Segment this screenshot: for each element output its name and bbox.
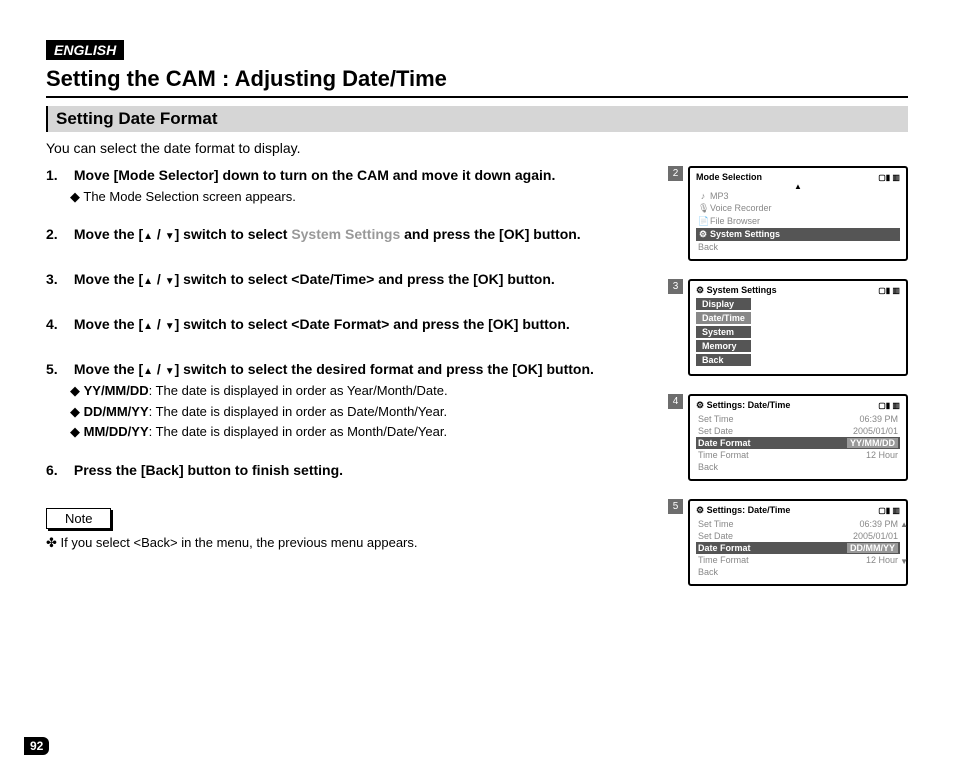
menu-item: Back <box>696 241 900 253</box>
screen-title: ⚙ Settings: Date/Time <box>696 505 790 516</box>
menu-item: 📄File Browser <box>696 215 900 228</box>
manual-page: ENGLISH Setting the CAM : Adjusting Date… <box>0 0 954 779</box>
menu-item: Display <box>696 298 751 310</box>
instructions: Move [Mode Selector] down to turn on the… <box>46 166 668 604</box>
screen-tag: 3 <box>668 279 683 294</box>
battery-icon: ▢▮ ▥ <box>878 286 900 295</box>
gear-icon: ⚙ <box>696 285 707 295</box>
file-icon: 📄 <box>698 216 708 227</box>
step-1: Move [Mode Selector] down to turn on the… <box>46 166 668 205</box>
row-date-format-selected: Date FormatYY/MM/DD <box>696 437 900 449</box>
step-6: Press the [Back] button to finish settin… <box>46 461 668 480</box>
row-date-format-selected: Date FormatDD/MM/YY <box>696 542 900 554</box>
battery-icon: ▢▮ ▥ <box>878 173 900 182</box>
row-set-time: Set Time06:39 PM <box>696 413 900 425</box>
section-title: Setting Date Format <box>46 106 908 132</box>
row-back: Back <box>696 461 900 473</box>
arrows-icon: / <box>143 271 174 287</box>
arrows-icon: / <box>143 361 174 377</box>
intro-text: You can select the date format to displa… <box>46 140 908 156</box>
row-back: Back <box>696 566 900 578</box>
menu-item: 🎙Voice Recorder <box>696 202 900 215</box>
menu-item: System <box>696 326 751 338</box>
settings-menu: Display Date/Time System Memory Back <box>696 298 751 368</box>
menu-item-selected: ⚙System Settings <box>696 228 900 241</box>
battery-icon: ▢▮ ▥ <box>878 401 900 410</box>
updown-arrows-icon: ▲▼ <box>900 520 908 566</box>
screen-5: 5 ⚙ Settings: Date/Time▢▮ ▥ Set Time06:3… <box>688 499 908 586</box>
menu-item: ♪MP3 <box>696 190 900 202</box>
screens-column: 2 Mode Selection▢▮ ▥ ▲ ♪MP3 🎙Voice Recor… <box>688 166 908 604</box>
step-5-sub3: MM/DD/YY: The date is displayed in order… <box>70 423 668 441</box>
mode-menu: ♪MP3 🎙Voice Recorder 📄File Browser ⚙Syst… <box>696 190 900 253</box>
step-5-sub2: DD/MM/YY: The date is displayed in order… <box>70 403 668 421</box>
row-time-format: Time Format12 Hour <box>696 449 900 461</box>
menu-item: Memory <box>696 340 751 352</box>
screen-3: 3 ⚙ System Settings▢▮ ▥ Display Date/Tim… <box>688 279 908 376</box>
screen-4: 4 ⚙ Settings: Date/Time▢▮ ▥ Set Time06:3… <box>688 394 908 481</box>
note-label: Note <box>46 508 111 529</box>
step-5-sub1: YY/MM/DD: The date is displayed in order… <box>70 382 668 400</box>
row-time-format: Time Format12 Hour <box>696 554 900 566</box>
row-set-time: Set Time06:39 PM <box>696 518 900 530</box>
screen-title: ⚙ Settings: Date/Time <box>696 400 790 411</box>
screen-tag: 4 <box>668 394 683 409</box>
step-2: Move the [ / ] switch to select System S… <box>46 225 668 244</box>
screen-tag: 2 <box>668 166 683 181</box>
gear-icon: ⚙ <box>696 400 707 410</box>
menu-item: Back <box>696 354 751 366</box>
note-text: If you select <Back> in the menu, the pr… <box>64 535 668 551</box>
arrows-icon: / <box>143 226 174 242</box>
language-badge: ENGLISH <box>46 40 124 60</box>
screen-2: 2 Mode Selection▢▮ ▥ ▲ ♪MP3 🎙Voice Recor… <box>688 166 908 261</box>
gear-icon: ⚙ <box>696 505 707 515</box>
step-4: Move the [ / ] switch to select <Date Fo… <box>46 315 668 334</box>
row-set-date: Set Date2005/01/01 <box>696 425 900 437</box>
menu-item-selected: Date/Time <box>696 312 751 324</box>
mic-icon: 🎙 <box>698 203 708 214</box>
page-title: Setting the CAM : Adjusting Date/Time <box>46 66 908 98</box>
page-number: 92 <box>24 737 49 755</box>
row-set-date: Set Date2005/01/01 <box>696 530 900 542</box>
step-1-sub: The Mode Selection screen appears. <box>70 188 668 206</box>
screen-title: Mode Selection <box>696 172 762 182</box>
music-icon: ♪ <box>698 191 708 201</box>
battery-icon: ▢▮ ▥ <box>878 506 900 515</box>
gear-icon: ⚙ <box>698 229 708 240</box>
arrows-icon: / <box>143 316 174 332</box>
step-5: Move the [ / ] switch to select the desi… <box>46 360 668 441</box>
screen-title: ⚙ System Settings <box>696 285 777 296</box>
step-3: Move the [ / ] switch to select <Date/Ti… <box>46 270 668 289</box>
screen-tag: 5 <box>668 499 683 514</box>
